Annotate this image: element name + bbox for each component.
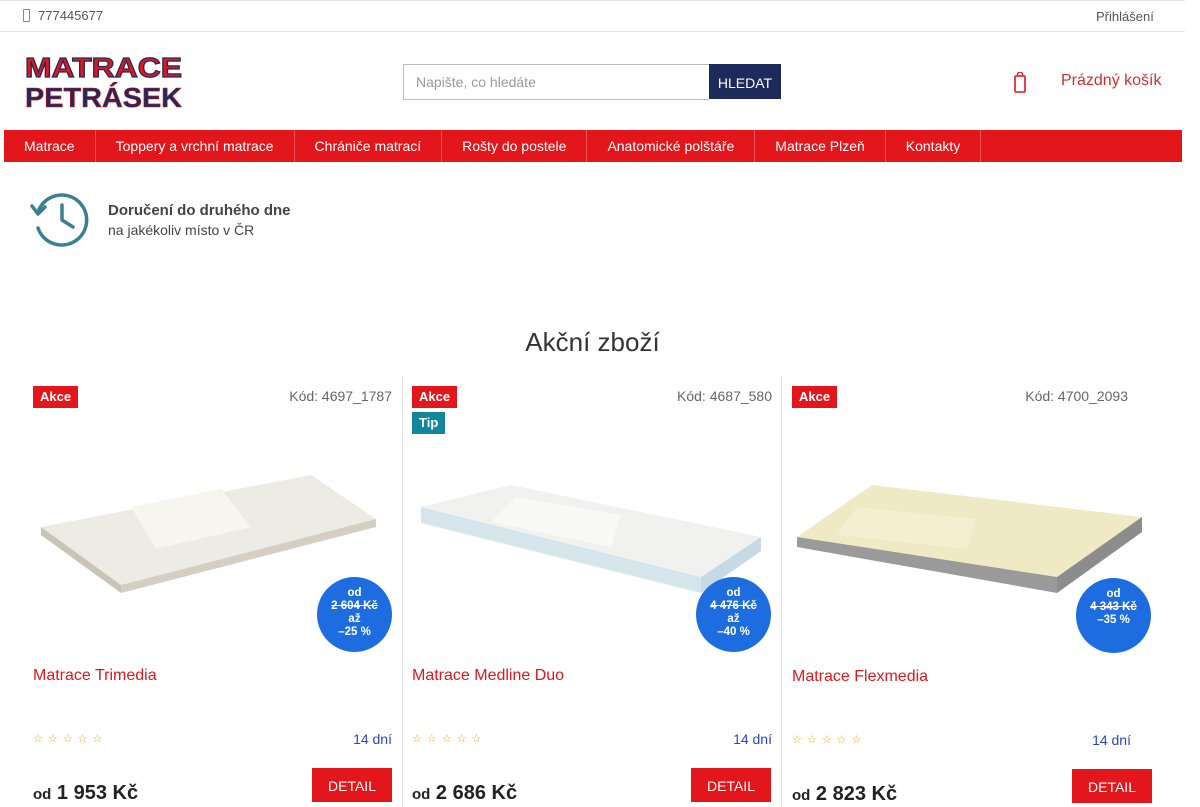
product-name[interactable]: Matrace Medline Duo bbox=[412, 667, 564, 685]
availability: 14 dní bbox=[353, 731, 392, 747]
product-image[interactable] bbox=[421, 477, 761, 602]
availability: 14 dní bbox=[733, 731, 772, 747]
discount-old-price: 4 476 Kč bbox=[710, 600, 757, 612]
search-input[interactable] bbox=[403, 64, 709, 100]
price-prefix: od bbox=[412, 786, 431, 803]
detail-button[interactable]: DETAIL bbox=[312, 768, 392, 802]
akce-badge: Akce bbox=[33, 386, 79, 408]
nav-item-chranice[interactable]: Chrániče matrací bbox=[295, 130, 443, 162]
section-title: Akční zboží bbox=[525, 327, 660, 357]
nav-item-rosty[interactable]: Rošty do postele bbox=[442, 130, 588, 162]
product-name[interactable]: Matrace Flexmedia bbox=[792, 668, 928, 686]
product-price: od 2 686 Kč bbox=[412, 782, 517, 805]
akce-badge: Akce bbox=[412, 386, 458, 408]
delivery-subtitle: na jakékoliv místo v ČR bbox=[108, 222, 255, 238]
cart-label[interactable]: Prázdný košík bbox=[1061, 72, 1161, 90]
rating-stars: ☆☆☆☆☆ bbox=[412, 733, 487, 745]
discount-percent: –25 % bbox=[338, 626, 371, 638]
detail-button[interactable]: DETAIL bbox=[1072, 769, 1152, 803]
discount-old-price: 4 343 Kč bbox=[1090, 601, 1137, 613]
price-value: 2 686 Kč bbox=[435, 782, 518, 804]
phone-contact[interactable]: 777445677 bbox=[23, 8, 103, 23]
nav-item-kontakty[interactable]: Kontakty bbox=[886, 130, 982, 162]
delivery-title: Doručení do druhého dne bbox=[108, 202, 291, 219]
product-card[interactable]: Akce Kód: 4700_2093 od 4 343 Kč –35 % Ma… bbox=[782, 377, 1161, 807]
logo-line-1: MATRACE bbox=[25, 52, 182, 83]
discount-badge: od 4 476 Kč až –40 % bbox=[696, 577, 771, 652]
detail-button[interactable]: DETAIL bbox=[691, 768, 771, 802]
nav-item-toppery[interactable]: Toppery a vrchní matrace bbox=[96, 130, 295, 162]
nav-item-matrace[interactable]: Matrace bbox=[4, 130, 96, 162]
product-image[interactable] bbox=[797, 477, 1142, 602]
discount-old-price: 2 604 Kč bbox=[331, 600, 378, 612]
product-code: Kód: 4697_1787 bbox=[289, 388, 392, 404]
logo-line-2: PETRÁSEK bbox=[25, 82, 182, 110]
product-card[interactable]: Akce Tip Kód: 4687_580 od 4 476 Kč až –4… bbox=[403, 377, 782, 807]
main-navigation: Matrace Toppery a vrchní matrace Chránič… bbox=[4, 130, 1182, 162]
discount-percent: –35 % bbox=[1097, 614, 1130, 626]
phone-number: 777445677 bbox=[38, 8, 104, 23]
product-code: Kód: 4687_580 bbox=[677, 388, 772, 404]
discount-from: od bbox=[726, 587, 741, 599]
rating-stars: ☆☆☆☆☆ bbox=[33, 733, 108, 745]
discount-percent: –40 % bbox=[717, 626, 750, 638]
nav-item-matrace-plzen[interactable]: Matrace Plzeň bbox=[755, 130, 886, 162]
discount-from: od bbox=[347, 587, 362, 599]
product-name[interactable]: Matrace Trimedia bbox=[33, 667, 157, 685]
phone-icon bbox=[23, 9, 30, 22]
discount-to: až bbox=[727, 613, 740, 625]
discount-badge: od 2 604 Kč až –25 % bbox=[317, 577, 392, 652]
tip-badge: Tip bbox=[412, 412, 446, 434]
top-bar: 777445677 Přihlášení bbox=[0, 0, 1185, 32]
discount-badge: od 4 343 Kč –35 % bbox=[1076, 578, 1151, 653]
login-link[interactable]: Přihlášení bbox=[1096, 9, 1154, 24]
site-logo[interactable]: MATRACE PETRÁSEK bbox=[24, 50, 184, 113]
price-prefix: od bbox=[33, 786, 52, 803]
price-value: 1 953 Kč bbox=[56, 782, 139, 804]
nav-item-polstare[interactable]: Anatomické polštáře bbox=[587, 130, 756, 162]
search-button[interactable]: HLEDAT bbox=[709, 64, 781, 99]
cart-icon[interactable] bbox=[1014, 72, 1026, 94]
clock-history-icon bbox=[30, 193, 89, 247]
availability: 14 dní bbox=[1092, 732, 1131, 748]
rating-stars: ☆☆☆☆☆ bbox=[792, 734, 867, 746]
price-value: 2 823 Kč bbox=[815, 783, 898, 805]
product-price: od 2 823 Kč bbox=[792, 783, 897, 806]
product-code: Kód: 4700_2093 bbox=[1025, 388, 1128, 404]
price-prefix: od bbox=[792, 787, 811, 804]
akce-badge: Akce bbox=[792, 386, 838, 408]
product-card[interactable]: Akce Kód: 4697_1787 od 2 604 Kč až –25 %… bbox=[23, 377, 402, 807]
product-image[interactable] bbox=[41, 467, 376, 597]
product-price: od 1 953 Kč bbox=[33, 782, 138, 805]
discount-to: až bbox=[348, 613, 361, 625]
discount-from: od bbox=[1106, 588, 1121, 600]
